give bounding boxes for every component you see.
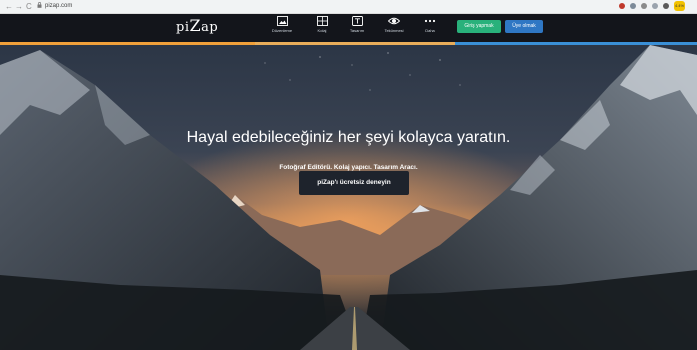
text-design-icon: [351, 16, 363, 26]
hero-headline: Hayal edebileceğiniz her şeyi kolayca ya…: [186, 129, 511, 146]
nav-item-more[interactable]: Daha: [416, 16, 444, 33]
nav-item-collage[interactable]: Kolaj: [308, 16, 336, 33]
nav-label: Tasarım: [349, 28, 365, 33]
signup-button[interactable]: Üye olmak: [505, 20, 543, 33]
nav-item-preview[interactable]: Tekünmesi: [380, 16, 408, 33]
mountain-road-background: [0, 45, 697, 350]
forward-icon[interactable]: →: [15, 1, 23, 12]
collage-grid-icon: [316, 16, 328, 26]
lock-icon: [37, 2, 42, 8]
pizap-logo[interactable]: piZap: [176, 17, 218, 37]
more-dots-icon: [424, 19, 436, 23]
nav-label: Daha: [425, 28, 435, 33]
back-icon[interactable]: ←: [5, 1, 13, 12]
nav-label: Tekünmesi: [384, 28, 404, 33]
extension-icon[interactable]: [630, 3, 636, 9]
extension-icon[interactable]: [619, 3, 625, 9]
reload-icon[interactable]: C: [26, 1, 32, 12]
nav-item-edit[interactable]: Düzenleme: [268, 16, 296, 33]
nav-label: Düzenleme: [271, 28, 293, 33]
address-bar[interactable]: pizap.com: [45, 1, 72, 12]
try-free-button[interactable]: piZap'ı ücretsiz deneyin: [299, 171, 409, 195]
nav-item-design[interactable]: Tasarım: [343, 16, 371, 33]
profile-avatar[interactable]: 4.4%: [674, 1, 685, 11]
login-button[interactable]: Giriş yapmak: [457, 20, 501, 33]
photo-icon: [276, 16, 288, 26]
hero-section: Hayal edebileceğiniz her şeyi kolayca ya…: [0, 45, 697, 350]
extension-icon[interactable]: [641, 3, 647, 9]
eye-icon: [388, 17, 400, 25]
puzzle-icon[interactable]: [663, 3, 669, 9]
browser-toolbar: ← → C pizap.com 4.4%: [0, 0, 697, 14]
nav-label: Kolaj: [317, 28, 327, 33]
star-icon[interactable]: [652, 3, 658, 9]
